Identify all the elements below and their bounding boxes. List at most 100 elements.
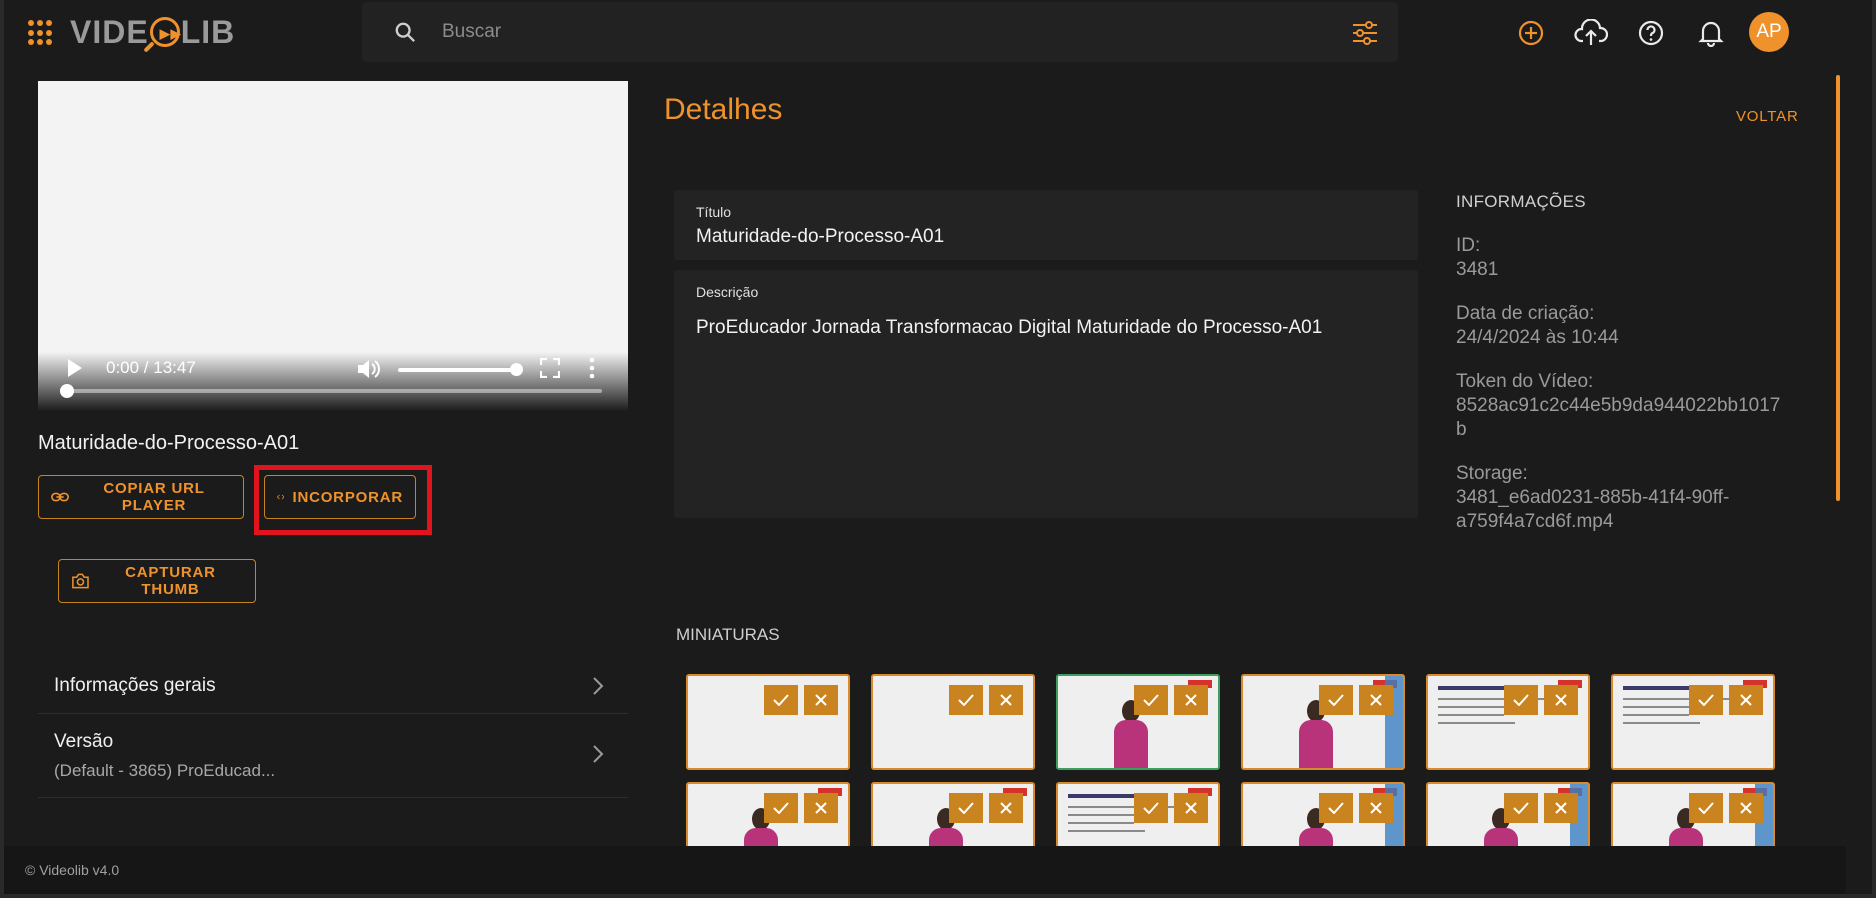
avatar[interactable]: AP [1749,12,1789,52]
footer: © Videolib v4.0 [4,846,1846,894]
check-icon [1143,694,1159,706]
info-id-label: ID: [1456,235,1481,256]
close-icon [1555,694,1567,706]
approve-thumbnail-button[interactable] [1319,685,1353,715]
footer-version: © Videolib v4.0 [25,862,120,878]
video-player[interactable]: 0:00 / 13:47 [38,81,628,412]
check-icon [773,802,789,814]
check-icon [1328,694,1344,706]
check-icon [1513,802,1529,814]
info-created-label: Data de criação: [1456,303,1595,324]
check-icon [1698,694,1714,706]
approve-thumbnail-button[interactable] [949,793,983,823]
app-window: VIDE ▶▶ LIB Buscar AP 0:00 / 13:47 Matur… [4,0,1872,894]
approve-thumbnail-button[interactable] [1319,793,1353,823]
close-icon [1555,802,1567,814]
apps-grid-icon[interactable] [28,20,54,46]
play-icon[interactable] [66,357,84,379]
info-id-value: 3481 [1456,259,1499,280]
more-vertical-icon[interactable] [588,357,596,379]
reject-thumbnail-button[interactable] [804,685,838,715]
volume-slider-thumb[interactable] [510,363,523,376]
reject-thumbnail-button[interactable] [1729,685,1763,715]
approve-thumbnail-button[interactable] [764,685,798,715]
bell-icon[interactable] [1690,12,1732,54]
check-icon [1328,802,1344,814]
reject-thumbnail-button[interactable] [1174,685,1208,715]
volume-icon[interactable] [356,357,382,381]
thumbnail-item[interactable] [1241,674,1405,770]
approve-thumbnail-button[interactable] [1689,793,1723,823]
thumbnail-item[interactable] [871,674,1035,770]
video-title: Maturidade-do-Processo-A01 [38,432,300,454]
approve-thumbnail-button[interactable] [949,685,983,715]
thumbnail-item[interactable] [1056,674,1220,770]
info-token-value: 8528ac91c2c44e5b9da944022bb1017b [1456,395,1781,440]
close-icon [1000,802,1012,814]
title-field[interactable]: Título Maturidade-do-Processo-A01 [674,190,1418,260]
reject-thumbnail-button[interactable] [1359,793,1393,823]
title-field-value[interactable]: Maturidade-do-Processo-A01 [696,226,944,248]
info-created-value: 24/4/2024 às 10:44 [1456,327,1619,348]
approve-thumbnail-button[interactable] [1504,685,1538,715]
approve-thumbnail-button[interactable] [764,793,798,823]
reject-thumbnail-button[interactable] [804,793,838,823]
search-icon[interactable] [394,21,416,43]
close-icon [815,802,827,814]
embed-label: INCORPORAR [292,488,403,506]
scrollbar[interactable] [1836,75,1840,501]
approve-thumbnail-button[interactable] [1134,685,1168,715]
reject-thumbnail-button[interactable] [989,793,1023,823]
seek-bar-thumb[interactable] [60,384,74,398]
thumbnail-item[interactable] [1426,674,1590,770]
accordion-version[interactable]: Versão (Default - 3865) ProEducad... [38,714,628,798]
close-icon [1185,802,1197,814]
check-icon [958,694,974,706]
description-field-value[interactable]: ProEducador Jornada Transformacao Digita… [696,317,1322,339]
reject-thumbnail-button[interactable] [1729,793,1763,823]
search-input[interactable] [442,16,1302,48]
copy-player-url-button[interactable]: COPIAR URL PLAYER [38,475,244,519]
close-icon [1740,694,1752,706]
seek-bar[interactable] [62,389,602,393]
check-icon [958,802,974,814]
reject-thumbnail-button[interactable] [1544,793,1578,823]
check-icon [1513,694,1529,706]
info-storage-value: 3481_e6ad0231-885b-41f4-90ff-a759f4a7cd6… [1456,487,1730,532]
cloud-upload-icon[interactable] [1570,12,1612,54]
videolib-logo[interactable]: VIDE ▶▶ LIB [70,12,235,52]
approve-thumbnail-button[interactable] [1504,793,1538,823]
fullscreen-icon[interactable] [540,358,560,378]
title-field-label: Título [696,204,732,220]
accordion-version-value: (Default - 3865) ProEducad... [54,761,276,780]
info-storage-label: Storage: [1456,463,1528,484]
add-circle-icon[interactable] [1510,12,1552,54]
thumbnail-item[interactable] [686,674,850,770]
filter-sliders-icon[interactable] [1352,21,1378,45]
approve-thumbnail-button[interactable] [1134,793,1168,823]
thumbnails-heading: MINIATURAS [676,625,780,644]
capture-thumb-button[interactable]: CAPTURAR THUMB [58,559,256,603]
close-icon [1370,694,1382,706]
volume-slider[interactable] [398,368,516,372]
close-icon [1740,802,1752,814]
reject-thumbnail-button[interactable] [1359,685,1393,715]
thumbnail-item[interactable] [1611,674,1775,770]
page-title: Detalhes [664,93,783,126]
player-controls: 0:00 / 13:47 [38,349,628,389]
time-display: 0:00 / 13:47 [106,358,196,377]
approve-thumbnail-button[interactable] [1689,685,1723,715]
embed-button[interactable]: INCORPORAR [264,475,416,519]
reject-thumbnail-button[interactable] [989,685,1023,715]
help-icon[interactable] [1630,12,1672,54]
copy-player-url-label: COPIAR URL PLAYER [103,480,205,514]
reject-thumbnail-button[interactable] [1544,685,1578,715]
top-bar: VIDE ▶▶ LIB Buscar AP [4,0,1872,66]
back-link[interactable]: VOLTAR [1736,108,1799,125]
capture-thumb-label: CAPTURAR THUMB [125,564,216,598]
description-field[interactable]: Descrição ProEducador Jornada Transforma… [674,270,1418,518]
reject-thumbnail-button[interactable] [1174,793,1208,823]
chevron-right-icon [593,745,604,763]
accordion-general-info[interactable]: Informações gerais [38,660,628,714]
top-actions [1510,12,1732,54]
